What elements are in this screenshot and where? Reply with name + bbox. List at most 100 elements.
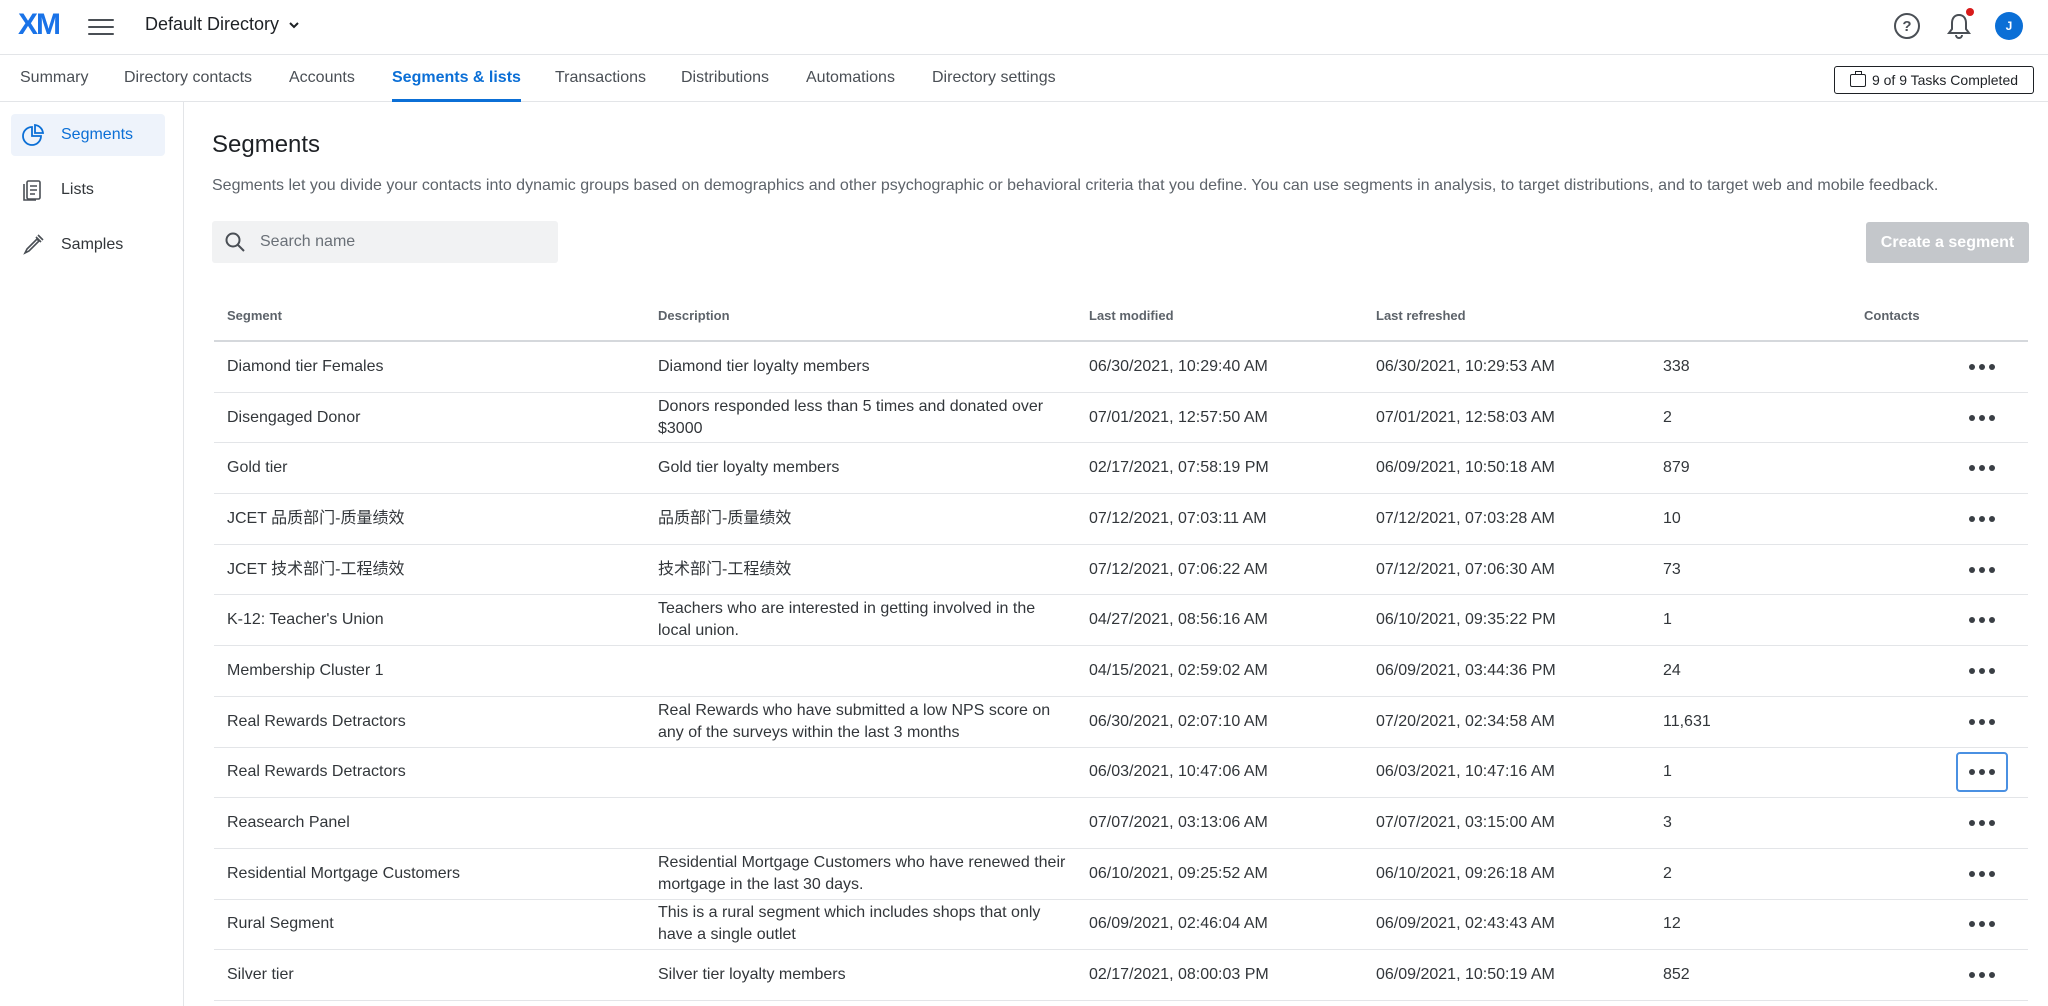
hamburger-menu-icon[interactable] (88, 14, 114, 40)
more-options-icon[interactable] (1956, 651, 2008, 691)
column-header-segment[interactable]: Segment (227, 308, 282, 323)
more-options-icon[interactable] (1956, 499, 2008, 539)
last-refreshed-cell: 06/03/2021, 10:47:16 AM (1376, 763, 1555, 781)
table-row[interactable]: Real Rewards Detractors 06/03/2021, 10:47… (214, 748, 2028, 799)
search-box[interactable] (212, 221, 558, 263)
last-modified-cell: 04/15/2021, 02:59:02 AM (1089, 661, 1268, 679)
more-options-icon[interactable] (1956, 752, 2008, 793)
last-refreshed-cell: 06/30/2021, 10:29:53 AM (1376, 357, 1555, 375)
last-modified-cell: 07/12/2021, 07:06:22 AM (1089, 560, 1268, 578)
last-refreshed-cell: 07/01/2021, 12:58:03 AM (1376, 408, 1555, 426)
last-modified-cell: 02/17/2021, 08:00:03 PM (1089, 966, 1269, 984)
last-refreshed-cell: 06/10/2021, 09:35:22 PM (1376, 611, 1556, 629)
contacts-count-cell: 10 (1663, 509, 1681, 527)
sidebar-item-label: Samples (61, 236, 124, 253)
more-options-icon[interactable] (1956, 702, 2008, 742)
contacts-count-cell: 1 (1663, 763, 1672, 781)
contacts-count-cell: 2 (1663, 408, 1672, 426)
last-modified-cell: 02/17/2021, 07:58:19 PM (1089, 459, 1269, 477)
tab-summary[interactable]: Summary (20, 69, 88, 102)
last-modified-cell: 07/07/2021, 03:13:06 AM (1089, 814, 1268, 832)
search-input[interactable] (260, 233, 540, 251)
last-refreshed-cell: 06/09/2021, 10:50:19 AM (1376, 966, 1555, 984)
directory-selector[interactable]: Default Directory (145, 14, 301, 35)
column-header-last-refreshed[interactable]: Last refreshed (1376, 308, 1466, 323)
user-avatar[interactable]: J (1995, 12, 2023, 40)
table-body: Diamond tier Females Diamond tier loyalty… (214, 342, 2028, 1001)
sidebar-item-segments[interactable]: Segments (11, 114, 165, 156)
more-options-icon[interactable] (1956, 803, 2008, 843)
toolkit-icon (1849, 70, 1866, 87)
more-options-icon[interactable] (1956, 955, 2008, 995)
sidebar-item-lists[interactable]: Lists (11, 169, 165, 211)
help-icon[interactable]: ? (1894, 13, 1920, 39)
more-options-icon[interactable] (1956, 550, 2008, 590)
sidebar-item-samples[interactable]: Samples (11, 224, 165, 266)
last-refreshed-cell: 07/12/2021, 07:03:28 AM (1376, 509, 1555, 527)
table-row[interactable]: Membership Cluster 1 04/15/2021, 02:59:02… (214, 646, 2028, 697)
page-title: Segments (212, 131, 321, 158)
segment-name-cell: Gold tier (227, 459, 288, 477)
last-modified-cell: 06/10/2021, 09:25:52 AM (1089, 864, 1268, 882)
more-options-icon[interactable] (1956, 347, 2008, 387)
tab-transactions[interactable]: Transactions (555, 69, 646, 102)
table-row[interactable]: JCET 技术部门-工程绩效 技术部门-工程绩效 07/12/2021, 07:06… (214, 545, 2028, 596)
notification-badge (1966, 8, 1974, 16)
segment-name-cell: Silver tier (227, 966, 294, 984)
more-options-icon[interactable] (1956, 398, 2008, 438)
tab-directory-contacts[interactable]: Directory contacts (124, 69, 252, 102)
contacts-count-cell: 11,631 (1663, 712, 1711, 730)
table-row[interactable]: Rural Segment This is a rural segment whi… (214, 900, 2028, 951)
table-row[interactable]: Reasearch Panel 07/07/2021, 03:13:06 AM 07… (214, 798, 2028, 849)
xm-logo[interactable]: XM (18, 8, 61, 42)
tab-distributions[interactable]: Distributions (681, 69, 769, 102)
column-header-last-modified[interactable]: Last modified (1089, 308, 1174, 323)
sidebar-item-label: Lists (61, 181, 94, 198)
notification-bell-icon[interactable] (1946, 12, 1972, 40)
column-header-description[interactable]: Description (658, 308, 730, 323)
table-row[interactable]: JCET 品质部门-质量绩效 品质部门-质量绩效 07/12/2021, 07:03… (214, 494, 2028, 545)
description-cell: Donors responded less than 5 times and d… (658, 397, 1044, 437)
table-row[interactable]: K-12: Teacher's Union Teachers who are in… (214, 595, 2028, 647)
contacts-count-cell: 879 (1663, 459, 1690, 477)
last-refreshed-cell: 07/07/2021, 03:15:00 AM (1376, 814, 1555, 832)
directory-tabs: Summary Directory contacts Accounts Segm… (0, 54, 2048, 102)
segment-name-cell: K-12: Teacher's Union (227, 611, 384, 629)
more-options-icon[interactable] (1956, 600, 2008, 640)
column-header-contacts[interactable]: Contacts (1864, 308, 1920, 323)
last-refreshed-cell: 07/20/2021, 02:34:58 AM (1376, 712, 1555, 730)
table-row[interactable]: Disengaged Donor Donors responded less th… (214, 393, 2028, 444)
table-row[interactable]: Diamond tier Females Diamond tier loyalty… (214, 342, 2028, 393)
description-cell: Silver tier loyalty members (658, 966, 846, 984)
last-modified-cell: 07/01/2021, 12:57:50 AM (1089, 408, 1268, 426)
sidebar-item-label: Segments (61, 126, 134, 143)
create-segment-button[interactable]: Create a segment (1866, 222, 2029, 263)
contacts-count-cell: 852 (1663, 966, 1690, 984)
table-row[interactable]: Gold tier Gold tier loyalty members 02/17/… (214, 443, 2028, 495)
chevron-down-icon (289, 21, 299, 28)
sidebar: Segments Lists Samples (0, 102, 184, 1006)
description-cell: 品质部门-质量绩效 (658, 509, 792, 527)
contacts-count-cell: 338 (1663, 357, 1690, 375)
segments-table: Segment Description Last modified Last r… (214, 296, 2028, 1001)
tasks-completed-button[interactable]: 9 of 9 Tasks Completed (1834, 66, 2034, 94)
tab-segments-lists[interactable]: Segments & lists (392, 69, 521, 102)
last-modified-cell: 06/30/2021, 10:29:40 AM (1089, 357, 1268, 375)
last-modified-cell: 06/30/2021, 02:07:10 AM (1089, 712, 1268, 730)
contacts-count-cell: 3 (1663, 814, 1672, 832)
more-options-icon[interactable] (1956, 854, 2008, 894)
segment-name-cell: Diamond tier Females (227, 357, 384, 375)
tab-accounts[interactable]: Accounts (289, 69, 355, 102)
search-icon (225, 232, 245, 252)
contacts-count-cell: 2 (1663, 864, 1672, 882)
more-options-icon[interactable] (1956, 448, 2008, 488)
tab-automations[interactable]: Automations (806, 69, 895, 102)
last-modified-cell: 06/03/2021, 10:47:06 AM (1089, 763, 1268, 781)
page-description: Segments let you divide your contacts in… (212, 177, 1939, 194)
table-row[interactable]: Residential Mortgage Customers Residentia… (214, 849, 2028, 900)
tab-directory-settings[interactable]: Directory settings (932, 69, 1056, 102)
more-options-icon[interactable] (1956, 904, 2008, 944)
table-row[interactable]: Silver tier Silver tier loyalty members 02… (214, 950, 2028, 1001)
table-row[interactable]: Real Rewards Detractors Real Rewards who … (214, 697, 2028, 748)
description-cell: Gold tier loyalty members (658, 459, 840, 477)
